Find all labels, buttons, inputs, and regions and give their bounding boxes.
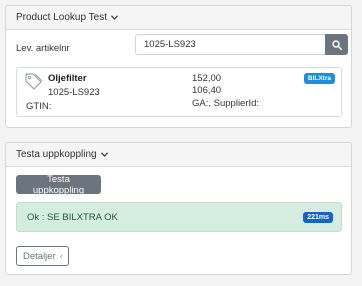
chevron-down-icon bbox=[111, 13, 118, 22]
product-name: Oljefilter bbox=[48, 73, 87, 84]
price-value-1: 152,00 bbox=[192, 73, 222, 84]
chevron-left-icon bbox=[59, 254, 62, 258]
price-value-2: 106,40 bbox=[192, 85, 222, 96]
product-lookup-title: Product Lookup Test bbox=[16, 12, 107, 23]
article-number-input[interactable] bbox=[135, 34, 326, 55]
details-button[interactable]: Detaljer bbox=[16, 246, 69, 266]
connection-test-panel: Testa uppkoppling Testa uppkoppling Ok :… bbox=[5, 142, 352, 275]
details-label: Detaljer bbox=[23, 250, 56, 262]
response-time-badge: 221ms bbox=[303, 212, 333, 223]
product-code: 1025-LS923 bbox=[48, 87, 100, 98]
status-message: Ok : SE BILXTRA OK bbox=[27, 211, 118, 223]
article-number-label: Lev. artikelnr bbox=[16, 43, 70, 54]
source-badge: BILXtra bbox=[303, 73, 335, 84]
chevron-down-icon bbox=[100, 150, 108, 159]
gtin-label: GTIN: bbox=[26, 101, 52, 112]
search-icon bbox=[331, 39, 342, 50]
status-alert: Ok : SE BILXTRA OK 221ms bbox=[16, 202, 342, 232]
search-button[interactable] bbox=[325, 34, 348, 55]
test-connection-button[interactable]: Testa uppkoppling bbox=[16, 174, 101, 196]
product-lookup-panel: Product Lookup Test Lev. artikelnr Oljef… bbox=[5, 5, 352, 128]
connection-test-title: Testa uppkoppling bbox=[16, 149, 97, 160]
product-result: Oljefilter 1025-LS923 GTIN: 152,00 106,4… bbox=[16, 67, 342, 117]
connection-test-header[interactable]: Testa uppkoppling bbox=[6, 143, 351, 167]
product-lookup-header[interactable]: Product Lookup Test bbox=[6, 6, 351, 30]
tag-icon bbox=[24, 72, 44, 93]
ga-supplier-label: GA:, SupplierId: bbox=[192, 98, 260, 109]
